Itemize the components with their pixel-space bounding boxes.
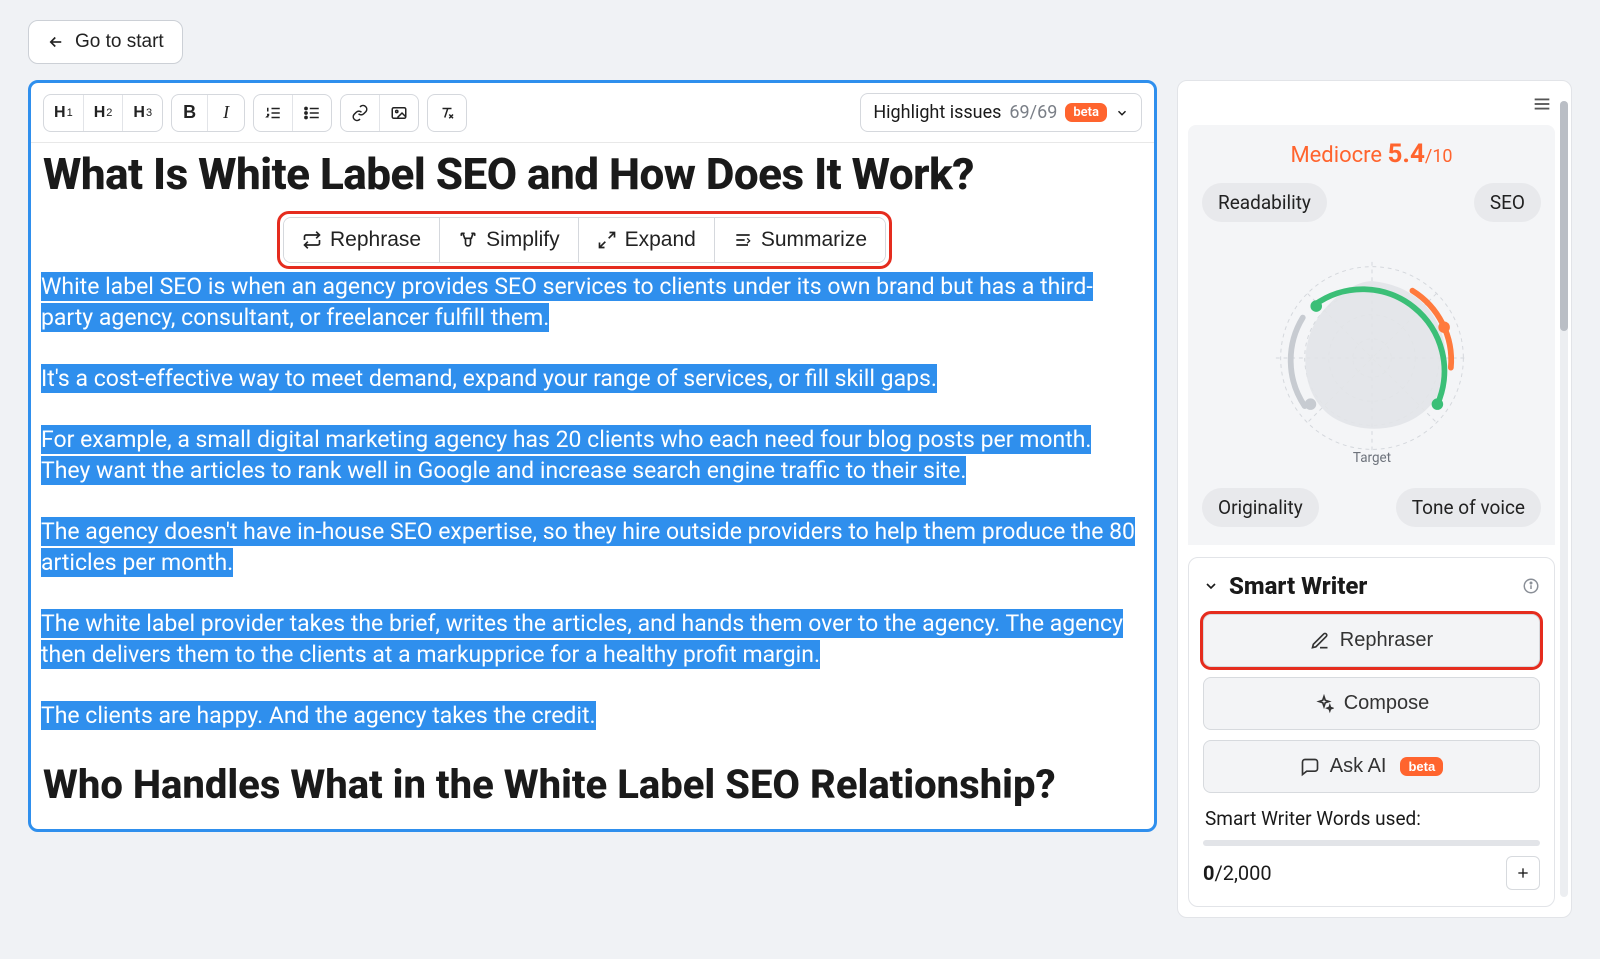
ordered-list-button[interactable] — [254, 95, 293, 131]
info-icon[interactable] — [1522, 577, 1540, 595]
words-used-count: 0 — [1203, 861, 1214, 885]
highlight-issues-label: Highlight issues — [873, 102, 1001, 123]
chat-icon — [1300, 757, 1320, 777]
add-words-button[interactable] — [1506, 856, 1540, 890]
heading-1-button[interactable]: H1 — [44, 95, 84, 131]
clear-format-icon — [438, 104, 456, 122]
paragraph-5: The white label provider takes the brief… — [41, 609, 1123, 669]
bold-button[interactable]: B — [172, 95, 208, 131]
simplify-icon — [458, 230, 478, 250]
clear-format-button[interactable] — [428, 95, 466, 131]
smart-writer-header[interactable]: Smart Writer — [1203, 572, 1540, 600]
paragraph-6: The clients are happy. And the agency ta… — [41, 701, 596, 730]
link-icon — [351, 104, 369, 122]
rephraser-icon — [1310, 631, 1330, 651]
words-used-label: Smart Writer Words used: — [1205, 807, 1540, 830]
side-panel: Mediocre 5.4/10 Readability SEO — [1177, 80, 1572, 918]
heading-2-button[interactable]: H2 — [84, 95, 124, 131]
radar-target-label: Target — [1352, 451, 1390, 466]
chip-tone[interactable]: Tone of voice — [1396, 488, 1541, 527]
simplify-label: Simplify — [486, 228, 560, 252]
highlight-issues-count: 69/69 — [1009, 102, 1057, 123]
smart-writer-title: Smart Writer — [1229, 572, 1512, 600]
go-to-start-button[interactable]: Go to start — [28, 20, 183, 64]
chip-readability[interactable]: Readability — [1202, 183, 1327, 222]
rephraser-button[interactable]: Rephraser — [1203, 614, 1540, 667]
heading-3-button[interactable]: H3 — [123, 95, 162, 131]
editor-toolbar: H1 H2 H3 B I — [31, 83, 1154, 143]
words-limit: /2,000 — [1214, 861, 1271, 885]
go-to-start-label: Go to start — [75, 31, 164, 53]
plus-icon — [1515, 865, 1531, 881]
chevron-down-icon — [1203, 578, 1219, 594]
compose-button[interactable]: Compose — [1203, 677, 1540, 730]
words-used-value: 0/2,000 — [1203, 861, 1272, 885]
list-group — [253, 94, 332, 132]
score-label: Mediocre — [1290, 143, 1382, 168]
ask-ai-label: Ask AI — [1330, 755, 1387, 778]
ordered-list-icon — [264, 104, 282, 122]
document-heading-2[interactable]: Who Handles What in the White Label SEO … — [41, 761, 1144, 809]
radar-chart-svg: Target — [1247, 228, 1497, 488]
rephrase-label: Rephrase — [330, 228, 421, 252]
document-title[interactable]: What Is White Label SEO and How Does It … — [41, 149, 1144, 201]
document-title-text: What Is White Label SEO and How Does It … — [43, 148, 974, 200]
radar-chart: Target — [1188, 228, 1555, 488]
image-button[interactable] — [380, 95, 418, 131]
chip-originality[interactable]: Originality — [1202, 488, 1319, 527]
clear-group — [427, 94, 467, 132]
compose-label: Compose — [1344, 692, 1430, 715]
words-used-progress — [1203, 840, 1540, 846]
arrow-left-icon — [47, 33, 65, 51]
rephrase-button[interactable]: Rephrase — [284, 218, 440, 262]
paragraph-1: White label SEO is when an agency provid… — [41, 272, 1093, 332]
beta-badge: beta — [1065, 103, 1107, 122]
italic-button[interactable]: I — [208, 95, 244, 131]
format-group: B I — [171, 94, 245, 132]
expand-button[interactable]: Expand — [579, 218, 715, 262]
compose-icon — [1314, 694, 1334, 714]
content-score: Mediocre 5.4/10 — [1188, 139, 1555, 169]
image-icon — [390, 104, 408, 122]
summarize-label: Summarize — [761, 228, 867, 252]
chevron-down-icon — [1115, 106, 1129, 120]
simplify-button[interactable]: Simplify — [440, 218, 579, 262]
unordered-list-icon — [303, 104, 321, 122]
document-text[interactable]: White label SEO is when an agency provid… — [41, 271, 1144, 731]
hamburger-icon — [1531, 93, 1553, 115]
chip-seo[interactable]: SEO — [1474, 183, 1541, 222]
paragraph-2: It's a cost-effective way to meet demand… — [41, 364, 937, 393]
insert-group — [340, 94, 419, 132]
link-button[interactable] — [341, 95, 380, 131]
paragraph-4: The agency doesn't have in-house SEO exp… — [41, 517, 1135, 577]
document-body[interactable]: What Is White Label SEO and How Does It … — [31, 143, 1154, 829]
editor-panel: H1 H2 H3 B I — [28, 80, 1157, 832]
smart-writer-card: Smart Writer Rephraser Compose Ask AI be… — [1188, 557, 1555, 907]
expand-icon — [597, 230, 617, 250]
unordered-list-button[interactable] — [293, 95, 331, 131]
ask-ai-button[interactable]: Ask AI beta — [1203, 740, 1540, 793]
rephrase-icon — [302, 230, 322, 250]
paragraph-3: For example, a small digital marketing a… — [41, 425, 1091, 485]
scrollbar-thumb[interactable] — [1560, 101, 1568, 331]
summarize-icon — [733, 230, 753, 250]
selection-actions-toolbar: Rephrase Simplify Expand Summarize — [277, 211, 892, 269]
side-menu-button[interactable] — [1531, 93, 1553, 119]
highlight-issues-dropdown[interactable]: Highlight issues 69/69 beta — [860, 93, 1142, 132]
summarize-button[interactable]: Summarize — [715, 218, 885, 262]
heading-group: H1 H2 H3 — [43, 94, 163, 132]
score-value: 5.4 — [1388, 139, 1425, 169]
rephraser-label: Rephraser — [1340, 629, 1433, 652]
score-max: /10 — [1425, 146, 1453, 167]
expand-label: Expand — [625, 228, 696, 252]
beta-badge: beta — [1400, 757, 1443, 776]
